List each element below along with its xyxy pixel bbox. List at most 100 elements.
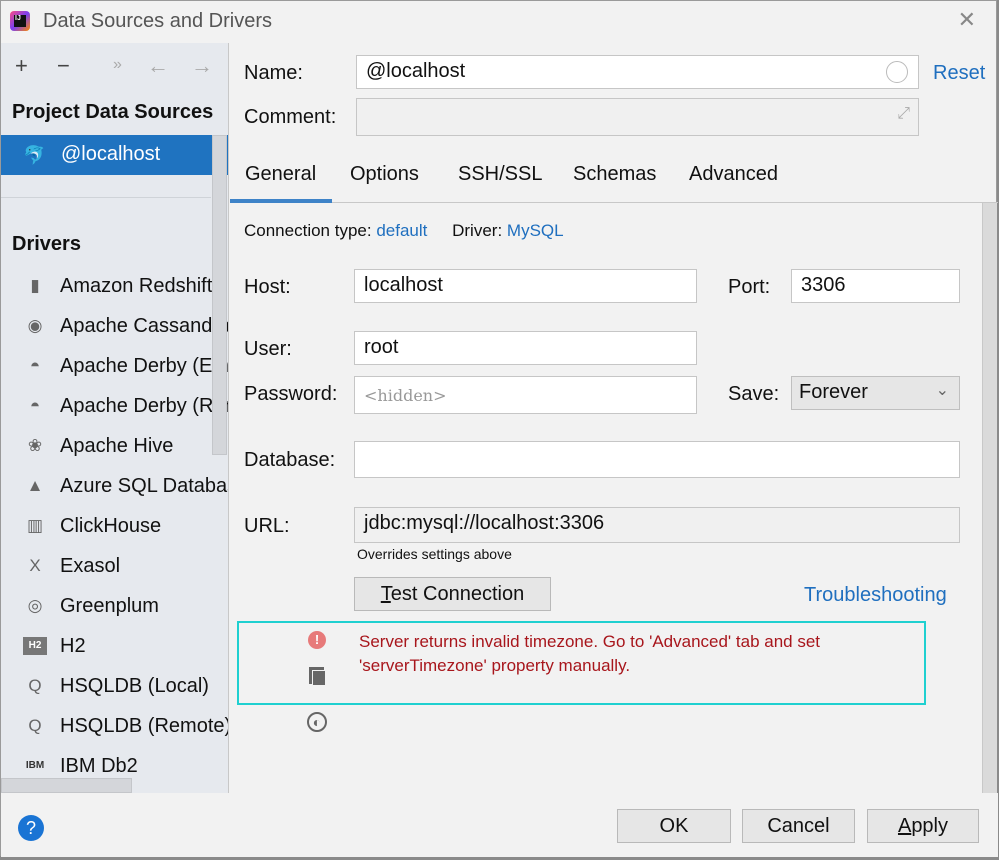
tab-options[interactable]: Options (350, 163, 419, 186)
user-input[interactable]: root (354, 331, 697, 365)
driver-item[interactable]: ◓ Apache Derby (Embedded) (1, 347, 228, 387)
password-input[interactable]: <hidden> (354, 376, 697, 414)
database-label: Database: (244, 449, 336, 471)
url-label: URL: (244, 515, 290, 537)
database-input[interactable] (354, 441, 960, 478)
azure-icon: ▲ (26, 476, 44, 495)
greenplum-icon: ◎ (27, 596, 43, 615)
driver-label: Driver: (452, 221, 503, 240)
sidebar-toolbar: + − » ← → (1, 43, 228, 89)
sidebar-vertical-scrollbar[interactable] (212, 135, 227, 455)
drivers-title: Drivers (12, 233, 81, 255)
sidebar: + − » ← → Project Data Sources 🐬 @localh… (1, 43, 229, 793)
connection-type-link[interactable]: default (376, 221, 427, 240)
test-connection-label: Test Connection (380, 583, 525, 605)
tab-general[interactable]: General (245, 163, 316, 186)
driver-label: Greenplum (60, 595, 159, 617)
remove-icon[interactable]: − (57, 53, 70, 79)
comment-input[interactable]: ⤢ (356, 98, 919, 136)
redshift-icon: ▮ (30, 276, 40, 295)
error-message: Server returns invalid timezone. Go to '… (359, 632, 821, 675)
data-source-label: @localhost (61, 143, 161, 165)
clickhouse-icon: ▥ (26, 516, 44, 535)
mysql-dolphin-icon: 🐬 (23, 145, 46, 165)
error-icon: ! (308, 631, 326, 649)
driver-label: Exasol (60, 555, 121, 577)
back-arrow-icon[interactable]: ← (147, 53, 169, 79)
h2-icon: H2 (23, 637, 47, 655)
user-label: User: (244, 338, 292, 360)
project-data-sources-title: Project Data Sources (12, 101, 214, 123)
url-input[interactable]: jdbc:mysql://localhost:3306 (354, 507, 960, 543)
save-dropdown[interactable]: Forever ⌄ (791, 376, 960, 410)
url-hint: Overrides settings above (357, 546, 512, 562)
driver-item[interactable]: ◉ Apache Cassandra (1, 307, 229, 347)
port-input[interactable]: 3306 (791, 269, 960, 303)
window-title: Data Sources and Drivers (43, 10, 272, 32)
connection-info: Connection type: default Driver: MySQL (244, 221, 564, 241)
driver-label: Azure SQL Database (60, 475, 228, 497)
driver-item[interactable]: X Exasol (1, 547, 228, 587)
troubleshooting-link[interactable]: Troubleshooting (804, 584, 947, 607)
tab-advanced[interactable]: Advanced (689, 163, 778, 186)
host-input[interactable]: localhost (354, 269, 697, 303)
cassandra-eye-icon: ◉ (27, 316, 43, 335)
apply-button[interactable]: Apply (867, 809, 979, 843)
driver-label: HSQLDB (Local) (60, 675, 209, 697)
name-label: Name: (244, 62, 303, 84)
driver-item[interactable]: H2 H2 (1, 627, 228, 667)
more-icon[interactable]: » (113, 56, 122, 74)
copy-icon[interactable] (309, 667, 325, 685)
driver-link[interactable]: MySQL (507, 221, 564, 240)
driver-label: Apache Cassandra (60, 315, 229, 337)
exasol-icon: X (29, 556, 41, 575)
port-label: Port: (728, 276, 771, 298)
driver-label: H2 (60, 635, 86, 657)
ibm-db2-icon: IBM (25, 760, 45, 771)
color-picker-icon[interactable] (886, 61, 908, 83)
driver-item[interactable]: ▥ ClickHouse (1, 507, 228, 547)
driver-item[interactable]: ▲ Azure SQL Database (1, 467, 228, 507)
name-value: @localhost (366, 60, 466, 82)
hsqldb-icon: Q (28, 716, 42, 735)
derby-hat-icon: ◓ (29, 356, 41, 375)
form-vertical-scrollbar[interactable] (982, 203, 997, 793)
reset-link[interactable]: Reset (933, 62, 985, 85)
tab-ssh-ssl[interactable]: SSH/SSL (458, 163, 542, 186)
sidebar-horizontal-scrollbar[interactable] (1, 778, 132, 793)
test-connection-button[interactable]: Test Connection (354, 577, 551, 611)
close-icon[interactable]: ✕ (958, 7, 976, 33)
hsqldb-icon: Q (28, 676, 42, 695)
error-message-box: ! Server returns invalid timezone. Go to… (237, 621, 926, 705)
data-source-localhost[interactable]: 🐬 @localhost (1, 135, 228, 175)
add-icon[interactable]: + (15, 53, 28, 79)
driver-label: Apache Hive (60, 435, 174, 457)
driver-item[interactable]: ▮ Amazon Redshift (1, 267, 228, 307)
driver-item[interactable]: ◎ Greenplum (1, 587, 228, 627)
driver-label: HSQLDB (Remote) (60, 715, 229, 737)
driver-item[interactable]: ◓ Apache Derby (Remote) (1, 387, 228, 427)
driver-label: IBM Db2 (60, 755, 138, 777)
forward-arrow-icon[interactable]: → (191, 53, 213, 79)
connection-type-label: Connection type: (244, 221, 372, 240)
password-label: Password: (244, 383, 338, 405)
driver-item[interactable]: Q HSQLDB (Local) (1, 667, 228, 707)
hive-icon: ❀ (27, 436, 43, 455)
tab-schemas[interactable]: Schemas (573, 163, 656, 186)
intellij-app-icon: IJ (10, 11, 30, 31)
driver-label: Apache Derby (Embedded) (60, 355, 228, 377)
save-value: Forever (799, 381, 868, 403)
help-icon[interactable]: ? (18, 815, 44, 841)
name-input[interactable]: @localhost (356, 55, 919, 89)
driver-item[interactable]: ❀ Apache Hive (1, 427, 228, 467)
expand-icon[interactable]: ⤢ (897, 105, 910, 123)
driver-item[interactable]: Q HSQLDB (Remote) (1, 707, 229, 747)
active-tab-indicator (230, 199, 332, 203)
globe-icon[interactable]: ◐ (307, 712, 327, 732)
chevron-down-icon: ⌄ (935, 382, 949, 399)
dialog-footer: ? OK Cancel Apply (1, 793, 998, 857)
cancel-button[interactable]: Cancel (742, 809, 855, 843)
ok-button[interactable]: OK (617, 809, 731, 843)
driver-label: ClickHouse (60, 515, 162, 537)
comment-label: Comment: (244, 106, 337, 128)
